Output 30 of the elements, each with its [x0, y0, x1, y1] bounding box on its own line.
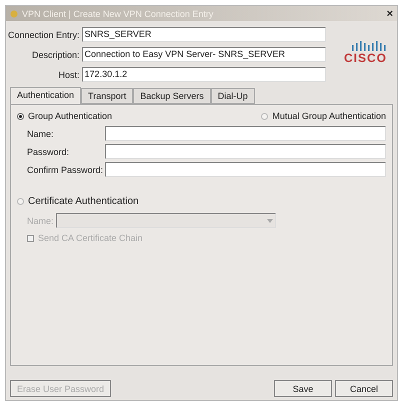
tab[interactable]: Dial-Up [210, 88, 255, 104]
radio-label: Certificate Authentication [28, 196, 139, 207]
dialog-button[interactable]: Save [274, 380, 332, 397]
field-label: Password: [27, 146, 70, 156]
radio-button[interactable] [17, 112, 24, 120]
logo-bars-icon [351, 41, 387, 51]
field-label: Connection Entry: [8, 30, 80, 40]
logo-text: CISCO [344, 51, 387, 65]
input-field[interactable]: 172.30.1.2 [82, 67, 326, 82]
input-field[interactable] [105, 162, 386, 177]
radio-button[interactable] [261, 112, 268, 120]
tab[interactable]: Transport [81, 88, 134, 104]
input-field[interactable] [105, 144, 386, 159]
field-label: Name: [27, 216, 54, 226]
checkbox-label: Send CA Certificate Chain [38, 233, 143, 243]
radio-label: Group Authentication [28, 111, 112, 121]
field-label: Confirm Password: [27, 164, 104, 174]
dialog-button[interactable]: Cancel [335, 380, 393, 397]
input-field[interactable] [105, 126, 386, 141]
tab[interactable]: Backup Servers [133, 88, 211, 104]
radio-label: Mutual Group Authentication [272, 111, 386, 121]
tab[interactable]: Authentication [10, 87, 82, 104]
dropdown-field[interactable] [56, 213, 276, 228]
input-field[interactable]: Connection to Easy VPN Server- SNRS_SERVER [82, 47, 326, 62]
field-label: Name: [27, 128, 55, 138]
field-label: Host: [58, 70, 80, 80]
close-button[interactable]: × [386, 8, 393, 20]
input-field[interactable]: SNRS_SERVER [82, 27, 326, 42]
caret-icon [266, 218, 273, 222]
field-label: Description: [31, 50, 80, 60]
